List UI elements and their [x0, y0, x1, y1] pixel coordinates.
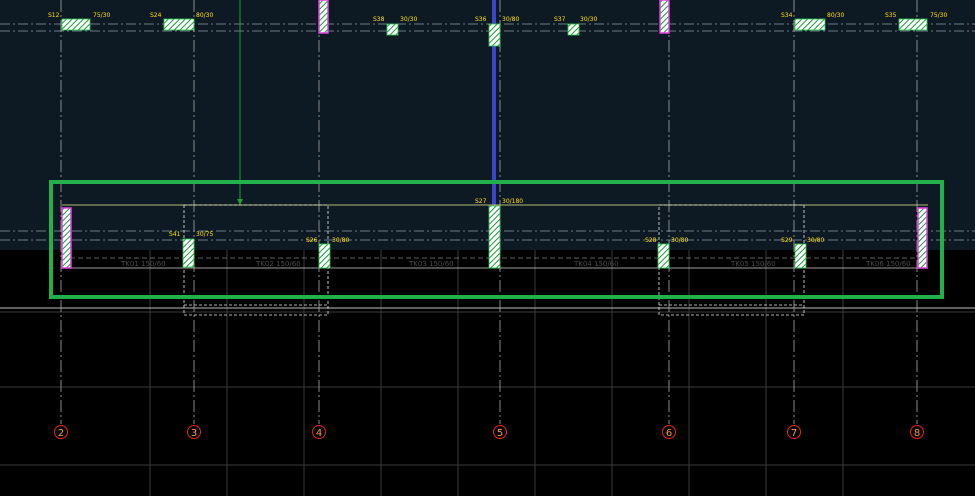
axis-number-8: 8	[914, 428, 920, 439]
column-S38[interactable]	[386, 23, 399, 36]
column-label-S37: S37	[554, 16, 566, 23]
column-size-S12: 75/30	[93, 12, 110, 19]
column-S29[interactable]	[794, 243, 807, 269]
column-size-S38: 30/30	[400, 16, 417, 23]
axis-number-5: 5	[497, 428, 503, 439]
beam-label-TK04[interactable]: TK04 150/60	[573, 260, 619, 268]
column-label-S27: S27	[475, 198, 487, 205]
beam-label-TK02[interactable]: TK02 150/60	[255, 260, 301, 268]
column-S41[interactable]	[182, 238, 195, 268]
axis-number-2: 2	[58, 428, 64, 439]
column-S28[interactable]	[657, 243, 670, 269]
column-size-S37: 30/30	[580, 16, 597, 23]
column-S24[interactable]	[163, 18, 195, 31]
column-size-S35: 75/30	[930, 12, 947, 19]
column-S34[interactable]	[794, 18, 826, 31]
column-label-S34: S34	[781, 12, 793, 19]
beam-label-TK06[interactable]: TK06 150/60	[865, 260, 911, 268]
column-S12[interactable]	[61, 18, 91, 31]
column-label-S24: S24	[150, 12, 162, 19]
column-label-S28: S28	[645, 237, 657, 244]
cad-drawing-canvas[interactable]: S12 75/30 S24 80/30 S38 30/30 S36 30/80 …	[0, 0, 975, 496]
column-size-S28: 30/80	[671, 237, 688, 244]
column-label-S35: S35	[885, 12, 897, 19]
column-S36[interactable]	[488, 23, 501, 47]
column-size-S24: 80/30	[196, 12, 213, 19]
column-S26[interactable]	[318, 243, 331, 269]
axis-number-4: 4	[316, 428, 322, 439]
axis-number-6: 6	[666, 428, 672, 439]
column-S37[interactable]	[567, 23, 580, 36]
column-size-S34: 80/30	[827, 12, 844, 19]
axis-number-7: 7	[791, 428, 797, 439]
column-size-S29: 30/80	[807, 237, 824, 244]
column-S27[interactable]	[488, 205, 501, 269]
column-size-S36: 30/80	[502, 16, 519, 23]
wall-axis-2[interactable]	[61, 207, 72, 269]
column-label-S38: S38	[373, 16, 385, 23]
beam-label-TK01[interactable]: TK01 150/60	[120, 260, 166, 268]
wall-axis-8[interactable]	[917, 207, 928, 269]
column-size-S27: 30/180	[502, 198, 523, 205]
column-S35[interactable]	[898, 18, 928, 31]
beam-label-TK03[interactable]: TK03 150/60	[408, 260, 454, 268]
column-label-S26: S26	[306, 237, 318, 244]
column-label-S36: S36	[475, 16, 487, 23]
column-label-S12: S12	[48, 12, 60, 19]
column-size-S26: 30/80	[332, 237, 349, 244]
axis-number-3: 3	[191, 428, 197, 439]
column-label-S41: S41	[169, 231, 181, 238]
column-size-S41: 30/75	[196, 231, 213, 238]
lower-area	[0, 250, 975, 496]
upper-area	[0, 0, 975, 250]
beam-label-TK05[interactable]: TK05 150/60	[730, 260, 776, 268]
column-label-S29: S29	[781, 237, 793, 244]
